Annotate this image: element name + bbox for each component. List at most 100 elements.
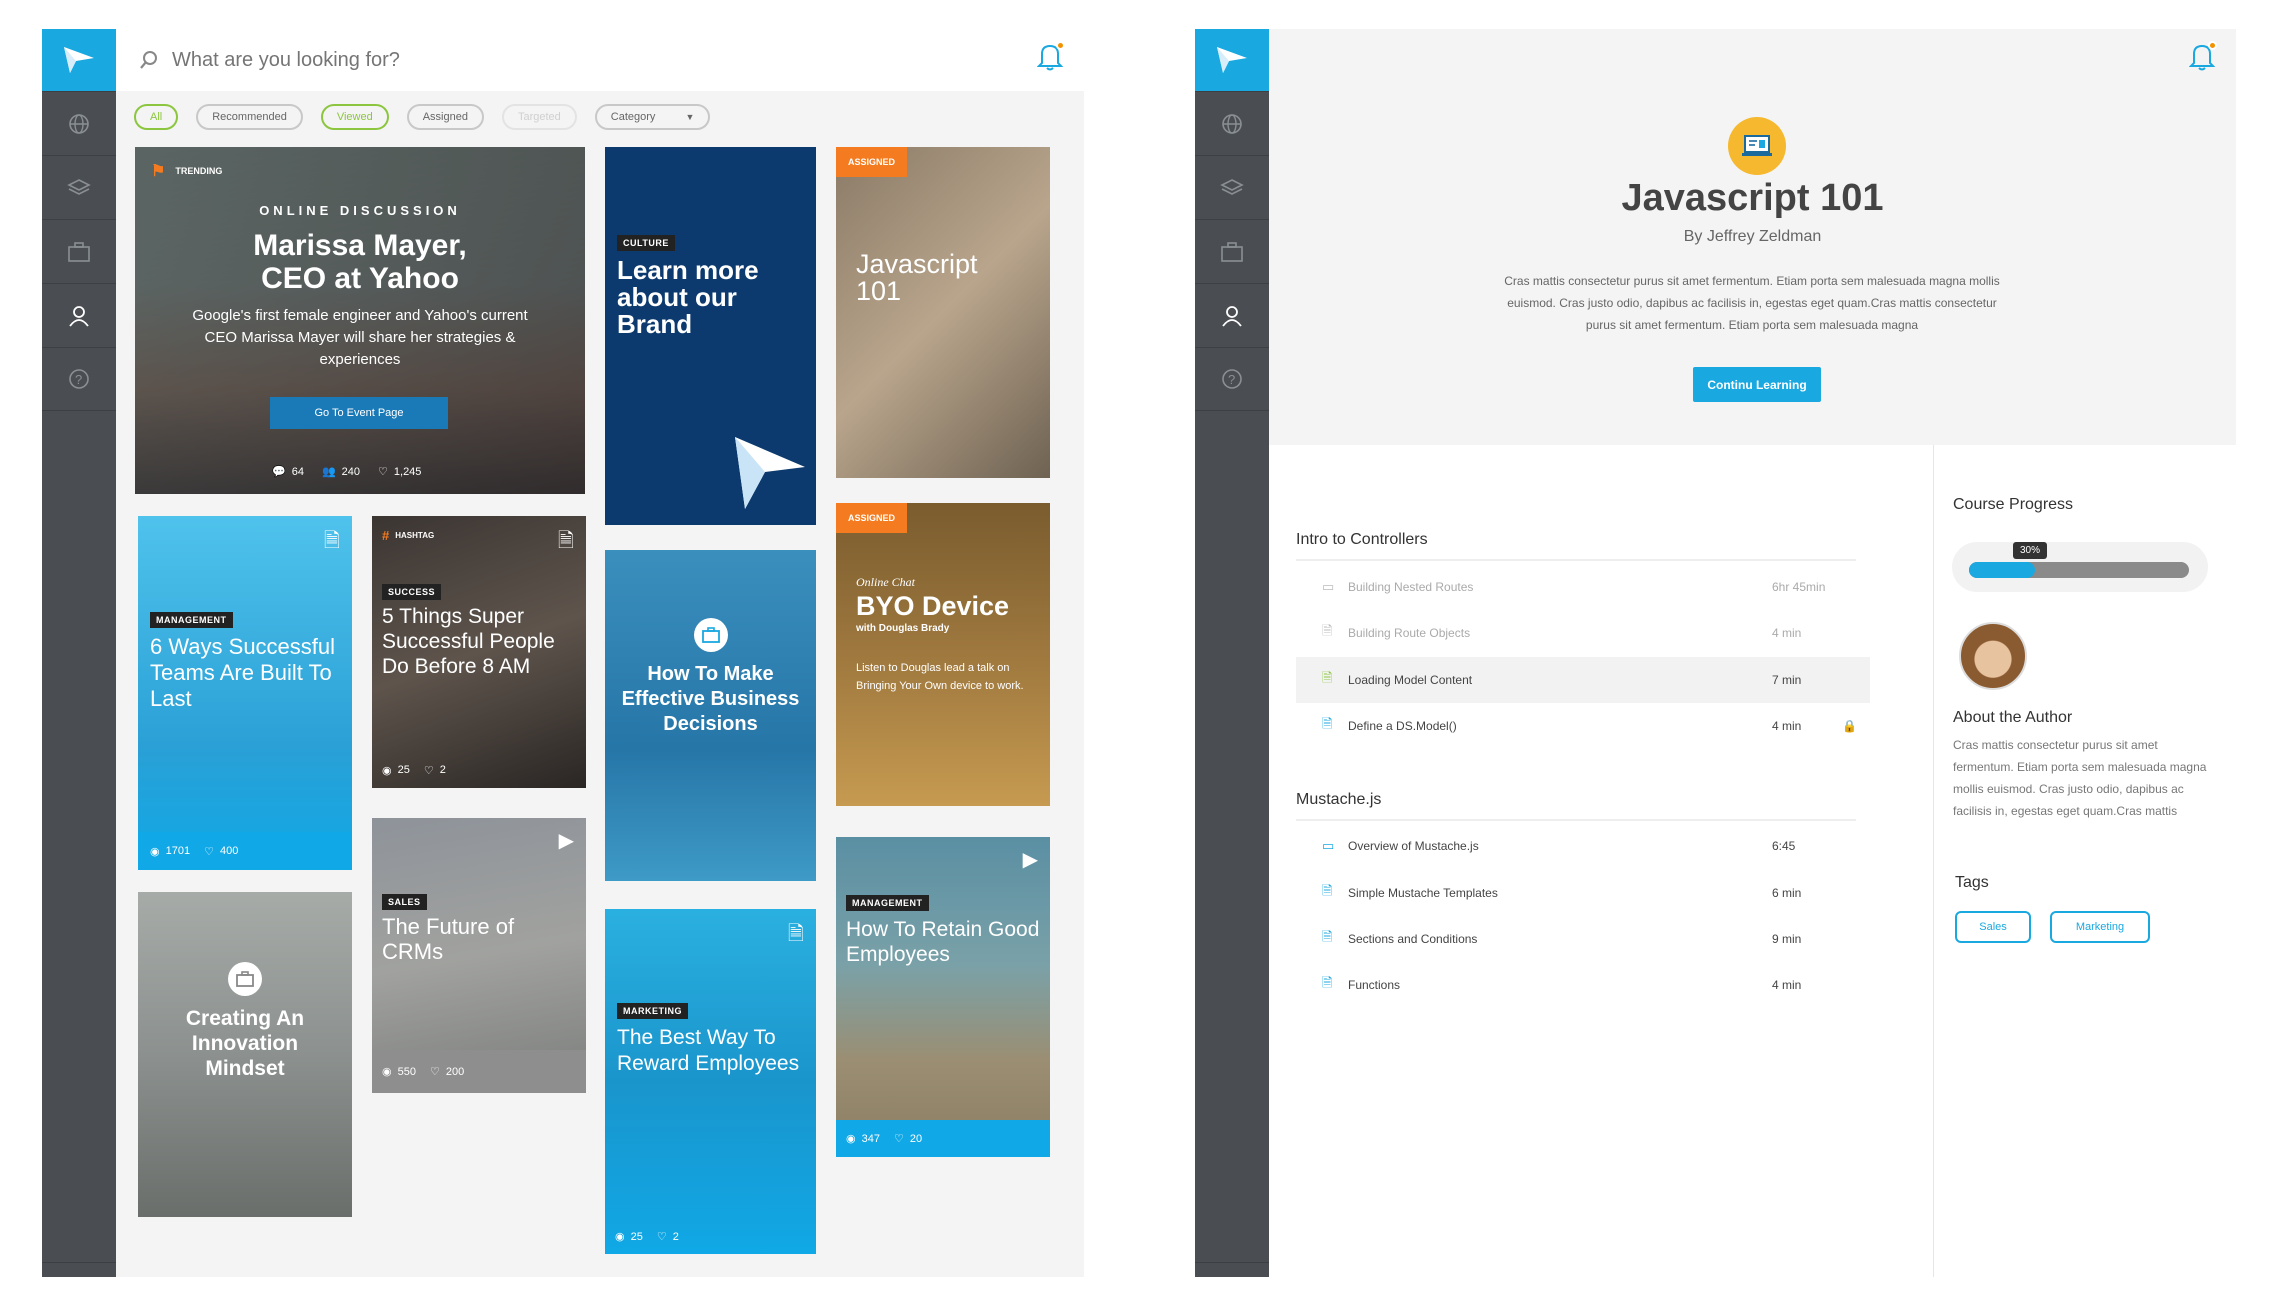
assigned-tag: ASSIGNED [836, 503, 908, 533]
card-desc: Google's first female engineer and Yahoo… [192, 307, 528, 368]
briefcase-icon [68, 241, 90, 262]
card-crms[interactable]: ▶ SALES The Future of CRMs ◉ 550 ♡ 200 [372, 818, 586, 1093]
category-label: Category [610, 111, 656, 123]
tag-marketing[interactable]: Marketing [2050, 911, 2150, 943]
logo[interactable] [42, 29, 116, 91]
nav-portfolio[interactable] [42, 219, 116, 283]
nav-help[interactable]: ? [1195, 347, 1269, 411]
card-retain[interactable]: ▶ MANAGEMENT How To Retain Good Employee… [836, 837, 1050, 1157]
search-icon [140, 51, 157, 69]
filter-all[interactable]: All [134, 104, 179, 130]
tags-heading: Tags [1955, 874, 1989, 891]
nav-explore[interactable] [42, 91, 116, 155]
briefcase-icon [228, 962, 262, 996]
card-fivethings[interactable]: 🗎 # HASHTAG SUCCESS 5 Things Super Succes… [372, 516, 586, 788]
nav-profile[interactable] [1195, 283, 1269, 347]
nav-portfolio[interactable] [1195, 219, 1269, 283]
video-icon: ▶ [1022, 849, 1038, 871]
lesson-row[interactable]: ▭ Building Nested Routes 6hr 45min [1296, 564, 1870, 610]
help-icon: ? [1222, 369, 1242, 389]
card-stats: 💬 64 👥 240 ♡ 1,245 [272, 465, 421, 479]
eye-icon: ◉ [846, 1133, 856, 1145]
filter-bar: All Recommended Viewed Assigned Targeted… [134, 104, 711, 130]
continue-learning-button[interactable]: Continu Learning [1693, 367, 1821, 402]
card-title: How To Retain Good Employees [846, 918, 1040, 966]
views-stat: ◉ 347 [846, 1132, 880, 1146]
tag-sales[interactable]: Sales [1955, 911, 2031, 943]
progress-label: 30% [2013, 542, 2048, 559]
progress-fill [1969, 562, 2035, 578]
card-innovation[interactable]: Creating An Innovation Mindset [138, 892, 352, 1217]
logo[interactable] [1195, 29, 1269, 91]
globe-icon [1222, 113, 1242, 134]
notifications-button[interactable] [1036, 41, 1067, 73]
progress-track [1969, 562, 2189, 578]
eye-icon: ◉ [615, 1231, 625, 1243]
card-marissa[interactable]: ⚑ TRENDING ONLINE DISCUSSION Marissa Maye… [135, 147, 585, 494]
course-author-line: By Jeffrey Zeldman [1683, 228, 1822, 245]
heart-icon: ♡ [378, 466, 388, 478]
views-stat: ◉ 1701 [150, 845, 191, 858]
likes-stat: ♡ 2 [656, 1230, 679, 1244]
card-sixways[interactable]: 🗎 MANAGEMENT 6 Ways Successful Teams Are… [138, 516, 352, 870]
logo-icon [64, 47, 94, 73]
people-icon: 👥 [321, 466, 336, 478]
card-title: Learn more about our Brand [617, 255, 759, 339]
assigned-tag: ASSIGNED [836, 147, 908, 177]
column-divider [1933, 445, 1934, 1277]
lesson-row[interactable]: 🗎 Simple Mustache Templates 6 min [1296, 870, 1870, 916]
flag-icon: ⚑ [151, 163, 166, 180]
views-stat: ◉ 25 [382, 764, 410, 777]
progress-widget: 30% [1952, 542, 2208, 592]
card-kicker: ONLINE DISCUSSION [259, 203, 461, 218]
card-desc: Listen to Douglas lead a talk on Bringin… [856, 662, 1024, 692]
briefcase-icon [1221, 241, 1243, 262]
card-stats: ◉ 347 ♡ 20 [836, 1120, 1050, 1157]
author-avatar [1959, 622, 2027, 690]
event-page-button[interactable]: Go To Event Page [270, 397, 448, 429]
card-effective[interactable]: How To Make Effective Business Decisions [605, 550, 816, 881]
section-title: Intro to Controllers [1296, 531, 1856, 561]
card-brand[interactable]: CULTURE Learn more about our Brand [605, 147, 816, 525]
card-reward[interactable]: 🗎 MARKETING The Best Way To Reward Emplo… [605, 909, 816, 1254]
briefcase-icon [693, 618, 728, 652]
notification-dot [2208, 41, 2217, 50]
card-tag: MANAGEMENT [150, 610, 233, 628]
doc-icon: 🗎 [1322, 623, 1333, 638]
logo-icon [735, 437, 805, 509]
nav-profile[interactable] [42, 283, 116, 347]
sidebar-footer [1195, 1262, 1269, 1263]
left-main: All Recommended Viewed Assigned Targeted… [116, 29, 1084, 1277]
card-byo[interactable]: ASSIGNED Online Chat BYO Device with Dou… [836, 503, 1050, 806]
lesson-row-current[interactable]: 🗎 Loading Model Content 7 min [1296, 657, 1870, 703]
search-input[interactable] [172, 43, 732, 77]
card-title: The Future of CRMs [382, 914, 515, 964]
doc-icon: 🗎 [1322, 929, 1333, 944]
heart-icon: ♡ [423, 764, 434, 777]
lesson-row[interactable]: ▭ Overview of Mustache.js 6:45 [1296, 823, 1870, 869]
filter-assigned[interactable]: Assigned [406, 104, 484, 130]
lesson-row[interactable]: 🗎 Sections and Conditions 9 min [1296, 916, 1870, 962]
svg-text:?: ? [1228, 372, 1235, 387]
category-dropdown[interactable]: Category ▼ [594, 104, 711, 130]
nav-explore[interactable] [1195, 91, 1269, 155]
views-stat: ◉ 550 [382, 1065, 416, 1079]
notifications-button[interactable] [2188, 41, 2219, 73]
nav-layers[interactable] [1195, 155, 1269, 219]
nav-help[interactable]: ? [42, 347, 116, 411]
comment-icon: 💬 [272, 466, 286, 478]
card-js101[interactable]: ASSIGNED Javascript 101 [836, 147, 1050, 478]
lesson-row[interactable]: 🗎 Functions 4 min [1296, 962, 1870, 1008]
filter-recommended[interactable]: Recommended [196, 104, 303, 130]
heart-icon: ♡ [893, 1133, 904, 1145]
nav-layers[interactable] [42, 155, 116, 219]
filter-viewed[interactable]: Viewed [320, 104, 389, 130]
lesson-row[interactable]: 🗎 Building Route Objects 4 min [1296, 610, 1870, 656]
card-kicker: Online Chat [856, 575, 915, 589]
user-icon [1222, 305, 1242, 327]
video-icon: ▭ [1322, 579, 1335, 594]
card-tag: SUCCESS [382, 582, 442, 600]
lesson-row[interactable]: 🗎 Define a DS.Model() 4 min 🔒 [1296, 703, 1870, 749]
trending-badge: ⚑ TRENDING [151, 163, 223, 180]
lock-icon: 🔒 [1842, 719, 1857, 733]
